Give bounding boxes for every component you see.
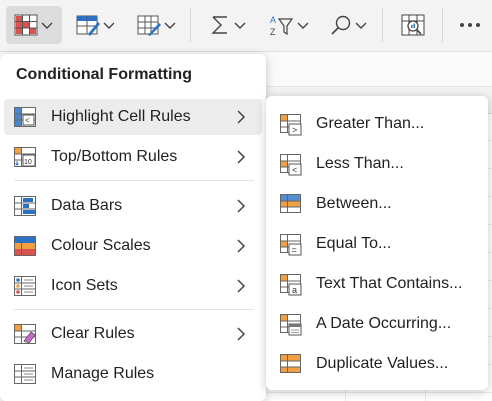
ribbon-divider [382, 8, 383, 42]
chevron-right-icon [237, 110, 246, 124]
highlight-cell-rules-icon: < [14, 107, 36, 127]
chevron-right-icon [237, 150, 246, 164]
menu-item-label: Top/Bottom Rules [51, 148, 178, 165]
svg-text:=: = [292, 245, 297, 255]
menu-item-highlight-cell-rules[interactable]: < Highlight Cell Rules [4, 99, 262, 135]
svg-text:<: < [25, 116, 30, 125]
clear-rules-icon [14, 324, 36, 344]
submenu-item-date-occurring[interactable]: A Date Occurring... [266, 306, 488, 342]
menu-item-clear-rules[interactable]: Clear Rules [4, 316, 262, 352]
submenu-item-label: A Date Occurring... [316, 315, 452, 332]
submenu-item-label: Less Than... [316, 155, 404, 172]
submenu-item-between[interactable]: Between... [266, 186, 488, 222]
menu-item-colour-scales[interactable]: Colour Scales [4, 228, 262, 264]
highlight-cell-rules-submenu: > Greater Than... < Less Than... Between… [266, 96, 488, 390]
submenu-item-label: Greater Than... [316, 115, 425, 132]
menu-item-label: Colour Scales [51, 237, 151, 254]
svg-text:<: < [292, 165, 297, 175]
menu-item-label: Data Bars [51, 197, 123, 214]
cell-styles-button[interactable] [130, 6, 184, 44]
submenu-item-label: Text That Contains... [316, 275, 463, 292]
conditional-formatting-icon [14, 14, 38, 36]
submenu-item-greater-than[interactable]: > Greater Than... [266, 106, 488, 142]
sort-filter-button[interactable]: A Z [262, 6, 316, 44]
cell-styles-icon [137, 15, 161, 36]
menu-item-data-bars[interactable]: Data Bars [4, 188, 262, 224]
more-icon [460, 23, 480, 27]
icon-sets-icon [14, 276, 36, 296]
text-contains-icon: a [280, 274, 302, 296]
duplicate-values-icon [280, 354, 301, 373]
chevron-right-icon [237, 199, 246, 213]
manage-rules-icon [14, 364, 36, 384]
svg-text:a: a [292, 285, 297, 295]
chevron-down-icon [164, 22, 176, 29]
ribbon-toolbar: A Z [0, 0, 492, 52]
sort-filter-icon: A Z [270, 15, 294, 37]
format-as-table-button[interactable] [70, 6, 122, 44]
chevron-right-icon [237, 279, 246, 293]
less-than-icon: < [280, 154, 302, 176]
format-as-table-icon [76, 15, 100, 36]
autosum-icon [211, 16, 227, 34]
chevron-down-icon [103, 22, 115, 29]
menu-item-label: Manage Rules [51, 365, 155, 382]
find-icon [331, 15, 351, 35]
menu-item-label: Clear Rules [51, 325, 135, 342]
chevron-down-icon [355, 22, 367, 29]
submenu-item-label: Duplicate Values... [316, 355, 449, 372]
menu-item-icon-sets[interactable]: Icon Sets [4, 268, 262, 304]
ribbon-divider [442, 8, 443, 42]
svg-text:A: A [270, 15, 276, 25]
svg-text:10: 10 [24, 159, 32, 166]
date-occurring-icon [280, 314, 302, 336]
analyse-data-button[interactable] [392, 6, 434, 44]
find-button[interactable] [324, 6, 374, 44]
ribbon-divider [190, 8, 191, 42]
equal-to-icon: = [280, 234, 302, 256]
menu-item-manage-rules[interactable]: Manage Rules [4, 356, 262, 392]
autosum-button[interactable] [202, 6, 254, 44]
submenu-item-less-than[interactable]: < Less Than... [266, 146, 488, 182]
conditional-formatting-menu: Conditional Formatting < Highlight Cell … [0, 54, 266, 401]
data-bars-icon [14, 196, 36, 216]
greater-than-icon: > [280, 114, 302, 136]
submenu-item-equal-to[interactable]: = Equal To... [266, 226, 488, 262]
chevron-down-icon [41, 22, 53, 29]
submenu-item-label: Between... [316, 195, 392, 212]
menu-item-label: Icon Sets [51, 277, 118, 294]
submenu-item-text-contains[interactable]: a Text That Contains... [266, 266, 488, 302]
menu-title: Conditional Formatting [16, 66, 192, 83]
colour-scales-icon [14, 236, 36, 256]
svg-text:>: > [292, 125, 297, 135]
menu-item-top-bottom-rules[interactable]: 10 Top/Bottom Rules [4, 139, 262, 175]
chevron-right-icon [237, 239, 246, 253]
submenu-item-duplicate-values[interactable]: Duplicate Values... [266, 346, 488, 382]
conditional-formatting-button[interactable] [6, 6, 62, 44]
chevron-right-icon [237, 327, 246, 341]
submenu-item-label: Equal To... [316, 235, 392, 252]
menu-item-label: Highlight Cell Rules [51, 108, 191, 125]
chevron-down-icon [297, 22, 309, 29]
analyse-data-icon [401, 14, 425, 36]
top-bottom-rules-icon: 10 [14, 147, 36, 167]
svg-text:Z: Z [270, 27, 276, 37]
chevron-down-icon [234, 22, 246, 29]
between-icon [280, 194, 301, 213]
more-options-button[interactable] [452, 6, 488, 44]
menu-divider [14, 309, 254, 310]
menu-divider [14, 180, 254, 181]
